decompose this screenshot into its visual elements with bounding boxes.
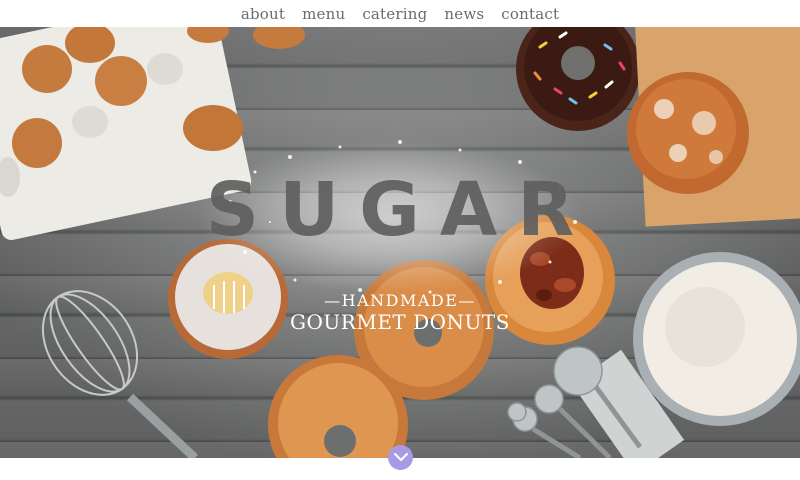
- sprinkle-donut-image: [516, 27, 640, 131]
- nav-catering-link[interactable]: catering: [362, 5, 427, 23]
- chevron-down-icon: [393, 453, 408, 461]
- hero-banner: SUGAR —HANDMADE— GOURMET DONUTS: [0, 27, 800, 458]
- nav-contact-link[interactable]: contact: [501, 5, 559, 23]
- tagline-gourmet-donuts: GOURMET DONUTS: [290, 310, 510, 334]
- tagline-handmade: —HANDMADE—: [324, 291, 476, 310]
- top-navigation: about menu catering news contact: [0, 0, 800, 27]
- nav-about-link[interactable]: about: [241, 5, 285, 23]
- flour-bowl-image: [633, 252, 800, 426]
- egg-image: [253, 27, 305, 49]
- sugar-logo: SUGAR: [205, 167, 595, 253]
- nav-news-link[interactable]: news: [444, 5, 484, 23]
- nav-menu-link[interactable]: menu: [302, 5, 345, 23]
- scroll-down-button[interactable]: [388, 445, 413, 470]
